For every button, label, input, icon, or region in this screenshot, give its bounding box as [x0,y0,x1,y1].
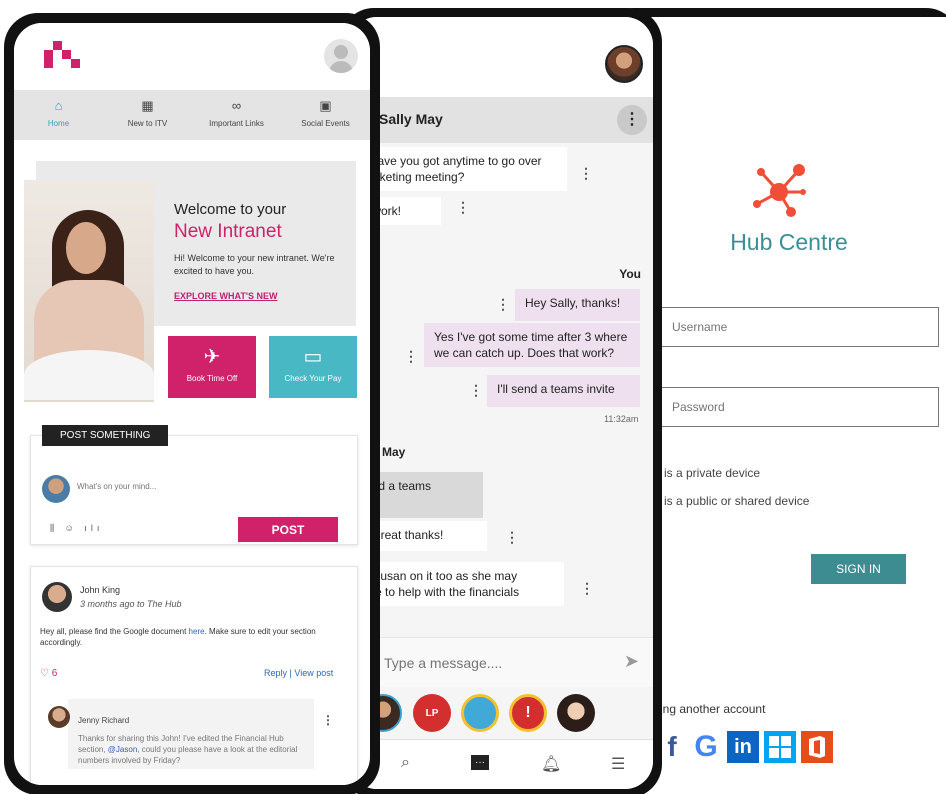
google-icon[interactable]: G [690,730,722,763]
link-icon: ∞ [231,98,242,113]
sender-label: May [382,445,406,459]
message-options-icon[interactable]: ⋮ [580,580,594,597]
post-button[interactable]: POST [238,517,338,542]
message-options-icon[interactable]: ⋮ [505,529,519,546]
chat-contact-name: Sally May [379,111,443,127]
message-incoming: et Susan on it too as she may able to he… [349,562,564,606]
username-input[interactable] [649,307,939,347]
welcome-photo [24,180,154,402]
post-tools: ⫼ ☺ ılı [50,523,103,534]
sign-in-button[interactable]: SIGN IN [811,554,906,584]
microsoft-icon[interactable] [764,731,796,763]
facebook-icon[interactable]: f [659,731,685,763]
chat-menu-icon[interactable]: ⋮ [617,105,647,135]
emoji-icon[interactable]: ☺ [65,523,78,533]
post-author[interactable]: John King [80,585,120,595]
view-post-link[interactable]: View post [294,668,333,678]
post-meta: 3 months ago to The Hub [80,599,182,609]
message-compose-bar: ➤ [349,637,653,687]
avatar[interactable] [48,706,70,728]
main-tabs: ⌂ Home ▦ New to ITV ∞ Important Links ▣ Soci… [14,90,370,140]
contact-avatar[interactable]: LP [413,694,451,732]
post-actions: Reply | View post [264,668,334,678]
welcome-subheading: New Intranet [174,221,282,242]
you-label: You [619,267,641,281]
office-icon[interactable] [801,731,833,763]
reply-options-icon[interactable]: ⋮ [322,713,334,727]
hub-title: Hub Centre [730,229,848,255]
reply-link[interactable]: Reply [264,668,287,678]
explore-link[interactable]: EXPLORE WHAT'S NEW [174,291,277,301]
message-options-icon[interactable]: ⋮ [469,382,483,399]
password-input[interactable] [649,387,939,427]
message-outgoing: Hey Sally, thanks! [515,289,640,321]
welcome-heading: Welcome to your [174,201,287,218]
tab-home[interactable]: ⌂ Home [14,90,103,140]
calendar-icon: ▦ [141,98,154,113]
contact-alert-icon[interactable]: ! [509,694,547,732]
chat-top-bar [349,17,653,97]
intranet-phone: ⌂ Home ▦ New to ITV ∞ Important Links ▣ Soci… [4,13,380,794]
message-options-icon[interactable]: ⋮ [456,199,470,216]
reply-author[interactable]: Jenny Richard [78,716,129,725]
private-device-radio[interactable]: is a private device [664,466,760,480]
like-control[interactable]: ♡ 6 [40,668,57,679]
hub-logo-icon [753,164,806,217]
chat-phone: Sally May ⋮ y, have you got anytime to g… [340,8,662,794]
chat-bottom-nav: ⌕ ··· 🔔︎ ☰ [349,739,653,789]
profile-icon[interactable] [324,39,358,73]
bell-icon[interactable]: 🔔︎ [541,754,561,774]
message-input[interactable] [384,650,604,676]
linkedin-icon[interactable]: in [727,731,759,763]
reply-text: Thanks for sharing this John! I've edite… [78,734,298,765]
message-options-icon[interactable]: ⋮ [579,165,593,182]
message-options-icon[interactable]: ⋮ [404,348,418,365]
poll-icon[interactable]: ılı [84,523,103,533]
mention-link[interactable]: @Jason [108,745,137,754]
chat-header: Sally May ⋮ [349,97,653,143]
heart-icon: ♡ [40,668,49,679]
post-text: Hey all, please find the Google document… [40,627,316,647]
avatar [42,475,70,503]
check-pay-button[interactable]: ▭ Check Your Pay [269,336,357,398]
chat-icon[interactable]: ··· [471,755,489,770]
message-outgoing: Yes I've got some time after 3 where we … [424,323,640,367]
tab-new-to-itv[interactable]: ▦ New to ITV [103,90,192,140]
post-link[interactable]: here [189,627,205,636]
message-outgoing: I'll send a teams invite [487,375,640,407]
chat-screen: Sally May ⋮ y, have you got anytime to g… [349,17,653,789]
tab-important-links[interactable]: ∞ Important Links [192,90,281,140]
card-icon: ▭ [303,346,323,368]
user-avatar[interactable] [605,45,643,83]
avatar[interactable] [42,582,72,612]
message-incoming: y, have you got anytime to go over marke… [349,147,567,191]
home-icon: ⌂ [54,98,63,113]
brand-logo-icon[interactable] [44,41,80,69]
social-login-row: f G in [659,730,833,763]
event-icon: ▣ [319,98,332,113]
search-icon[interactable]: ⌕ [401,754,410,772]
contact-row: LP ! [349,689,653,739]
message-options-icon[interactable]: ⋮ [496,296,510,313]
app-showcase: Hub Centre is a private device is a publ… [0,0,946,794]
book-time-off-button[interactable]: ✈ Book Time Off [168,336,256,398]
post-input[interactable] [77,482,257,491]
contact-avatar[interactable] [557,694,595,732]
other-account-label: sing another account [654,702,766,716]
plane-icon: ✈ [203,346,221,368]
post-something-label: POST SOMETHING [42,425,169,446]
attachment-icon[interactable]: ⫼ [50,523,58,533]
contact-avatar[interactable] [461,694,499,732]
menu-icon[interactable]: ☰ [611,754,625,774]
send-icon[interactable]: ➤ [624,651,639,672]
intranet-screen: ⌂ Home ▦ New to ITV ∞ Important Links ▣ Soci… [14,23,370,785]
tab-social-events[interactable]: ▣ Social Events [281,90,370,140]
welcome-text: Hi! Welcome to your new intranet. We're … [174,253,335,276]
top-bar [14,23,370,88]
message-time: 11:32am [604,414,639,424]
public-device-radio[interactable]: is a public or shared device [664,494,809,508]
